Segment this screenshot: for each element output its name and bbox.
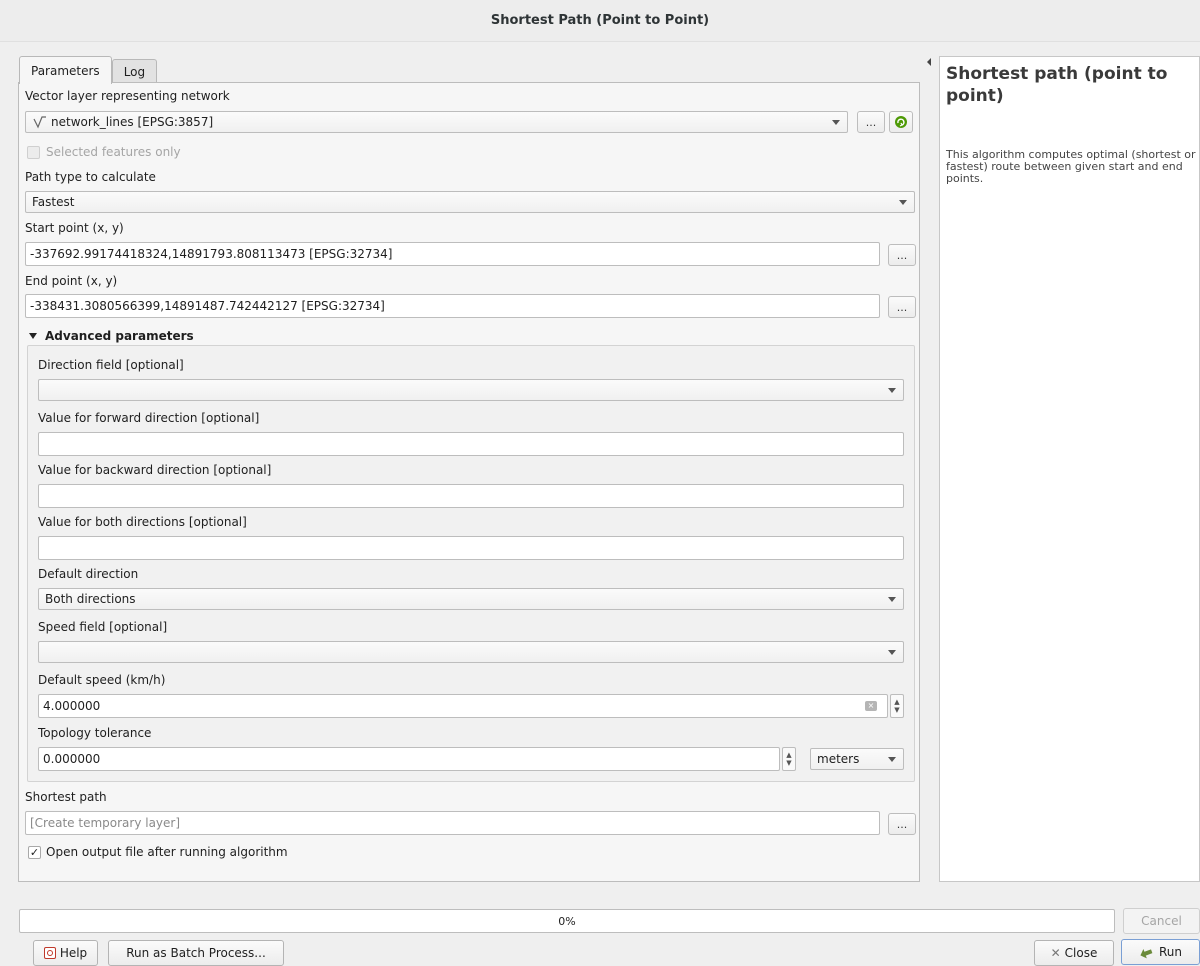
start-point-pick-button[interactable]: ... xyxy=(888,244,916,266)
tolerance-value: 0.000000 xyxy=(43,752,101,766)
batch-process-button[interactable]: Run as Batch Process... xyxy=(108,940,284,966)
tolerance-spinner[interactable]: ▲ ▼ xyxy=(782,747,796,771)
output-browse-button[interactable]: ... xyxy=(888,813,916,835)
chevron-down-icon xyxy=(888,597,896,602)
default-direction-label: Default direction xyxy=(38,567,139,581)
network-layer-value: network_lines [EPSG:3857] xyxy=(51,115,214,129)
help-button[interactable]: Help xyxy=(33,940,98,966)
network-layer-label: Vector layer representing network xyxy=(25,89,230,103)
end-point-label: End point (x, y) xyxy=(25,274,118,288)
cancel-button[interactable]: Cancel xyxy=(1123,908,1200,934)
spin-down-icon[interactable]: ▼ xyxy=(894,706,899,714)
window-title: Shortest Path (Point to Point) xyxy=(0,0,1200,42)
path-type-value: Fastest xyxy=(32,195,75,209)
iterate-button[interactable] xyxy=(889,111,913,133)
end-point-field[interactable]: -338431.3080566399,14891487.742442127 [E… xyxy=(25,294,880,318)
default-speed-field[interactable]: 4.000000 × xyxy=(38,694,888,718)
tolerance-label: Topology tolerance xyxy=(38,726,152,740)
spin-down-icon[interactable]: ▼ xyxy=(786,759,791,767)
end-point-value: -338431.3080566399,14891487.742442127 [E… xyxy=(30,299,385,313)
run-button[interactable]: Run xyxy=(1121,939,1200,965)
chevron-down-icon xyxy=(888,650,896,655)
selected-only-checkbox[interactable] xyxy=(27,146,40,159)
advanced-label: Advanced parameters xyxy=(45,329,194,343)
progress-value: 0% xyxy=(558,914,576,928)
default-speed-spinner[interactable]: ▲ ▼ xyxy=(890,694,904,718)
advanced-group: Direction field [optional] Value for for… xyxy=(27,345,915,782)
triangle-down-icon xyxy=(29,333,37,339)
forward-direction-label: Value for forward direction [optional] xyxy=(38,411,260,425)
tab-log[interactable]: Log xyxy=(111,59,158,83)
close-icon: ✕ xyxy=(1050,946,1061,960)
network-layer-combo[interactable]: network_lines [EPSG:3857] xyxy=(25,111,848,133)
forward-direction-field[interactable] xyxy=(38,432,904,456)
direction-field-combo[interactable] xyxy=(38,379,904,401)
start-point-label: Start point (x, y) xyxy=(25,221,124,235)
help-button-label: Help xyxy=(59,946,88,960)
clear-icon[interactable]: × xyxy=(865,701,877,711)
both-directions-field[interactable] xyxy=(38,536,904,560)
help-panel: Shortest path (point to point) This algo… xyxy=(939,56,1200,882)
progress-bar: 0% xyxy=(19,909,1115,933)
chevron-down-icon xyxy=(888,388,896,393)
backward-direction-field[interactable] xyxy=(38,484,904,508)
both-directions-label: Value for both directions [optional] xyxy=(38,515,247,529)
default-direction-combo[interactable]: Both directions xyxy=(38,588,904,610)
help-text: This algorithm computes optimal (shortes… xyxy=(946,148,1196,185)
network-browse-button[interactable]: ... xyxy=(857,111,885,133)
chevron-down-icon xyxy=(899,200,907,205)
selected-only-label: Selected features only xyxy=(46,145,181,159)
output-placeholder: [Create temporary layer] xyxy=(30,816,181,830)
help-title: Shortest path (point to point) xyxy=(946,64,1168,106)
end-point-pick-button[interactable]: ... xyxy=(888,296,916,318)
chevron-down-icon xyxy=(832,120,840,125)
line-layer-icon xyxy=(33,116,46,129)
output-label: Shortest path xyxy=(25,790,107,804)
start-point-field[interactable]: -337692.99174418324,14891793.808113473 [… xyxy=(25,242,880,266)
speed-field-label: Speed field [optional] xyxy=(38,620,168,634)
run-button-label: Run xyxy=(1158,945,1182,959)
open-output-label: Open output file after running algorithm xyxy=(46,845,288,859)
close-button[interactable]: ✕ Close xyxy=(1034,940,1114,966)
backward-direction-label: Value for backward direction [optional] xyxy=(38,463,272,477)
close-button-label: Close xyxy=(1064,946,1098,960)
path-type-combo[interactable]: Fastest xyxy=(25,191,915,213)
start-point-value: -337692.99174418324,14891793.808113473 [… xyxy=(30,247,393,261)
output-field[interactable]: [Create temporary layer] xyxy=(25,811,880,835)
chevron-down-icon xyxy=(888,757,896,762)
help-icon xyxy=(43,947,56,959)
advanced-toggle[interactable]: Advanced parameters xyxy=(29,329,194,343)
tab-bar: Parameters Log xyxy=(19,56,158,84)
run-icon xyxy=(1140,948,1153,959)
spin-up-icon[interactable]: ▲ xyxy=(894,698,899,706)
iterate-icon xyxy=(895,116,907,128)
parameters-panel: Vector layer representing network networ… xyxy=(18,82,920,882)
default-speed-label: Default speed (km/h) xyxy=(38,673,166,687)
tolerance-field[interactable]: 0.000000 xyxy=(38,747,780,771)
tolerance-unit-combo[interactable]: meters xyxy=(810,748,904,770)
direction-field-label: Direction field [optional] xyxy=(38,358,184,372)
open-output-checkbox[interactable]: ✓ xyxy=(28,846,41,859)
spin-up-icon[interactable]: ▲ xyxy=(786,751,791,759)
tab-parameters[interactable]: Parameters xyxy=(19,56,112,84)
default-direction-value: Both directions xyxy=(45,592,136,606)
tolerance-unit-value: meters xyxy=(817,752,860,766)
collapse-arrow-icon[interactable] xyxy=(927,58,931,66)
path-type-label: Path type to calculate xyxy=(25,170,156,184)
default-speed-value: 4.000000 xyxy=(43,699,101,713)
speed-field-combo[interactable] xyxy=(38,641,904,663)
